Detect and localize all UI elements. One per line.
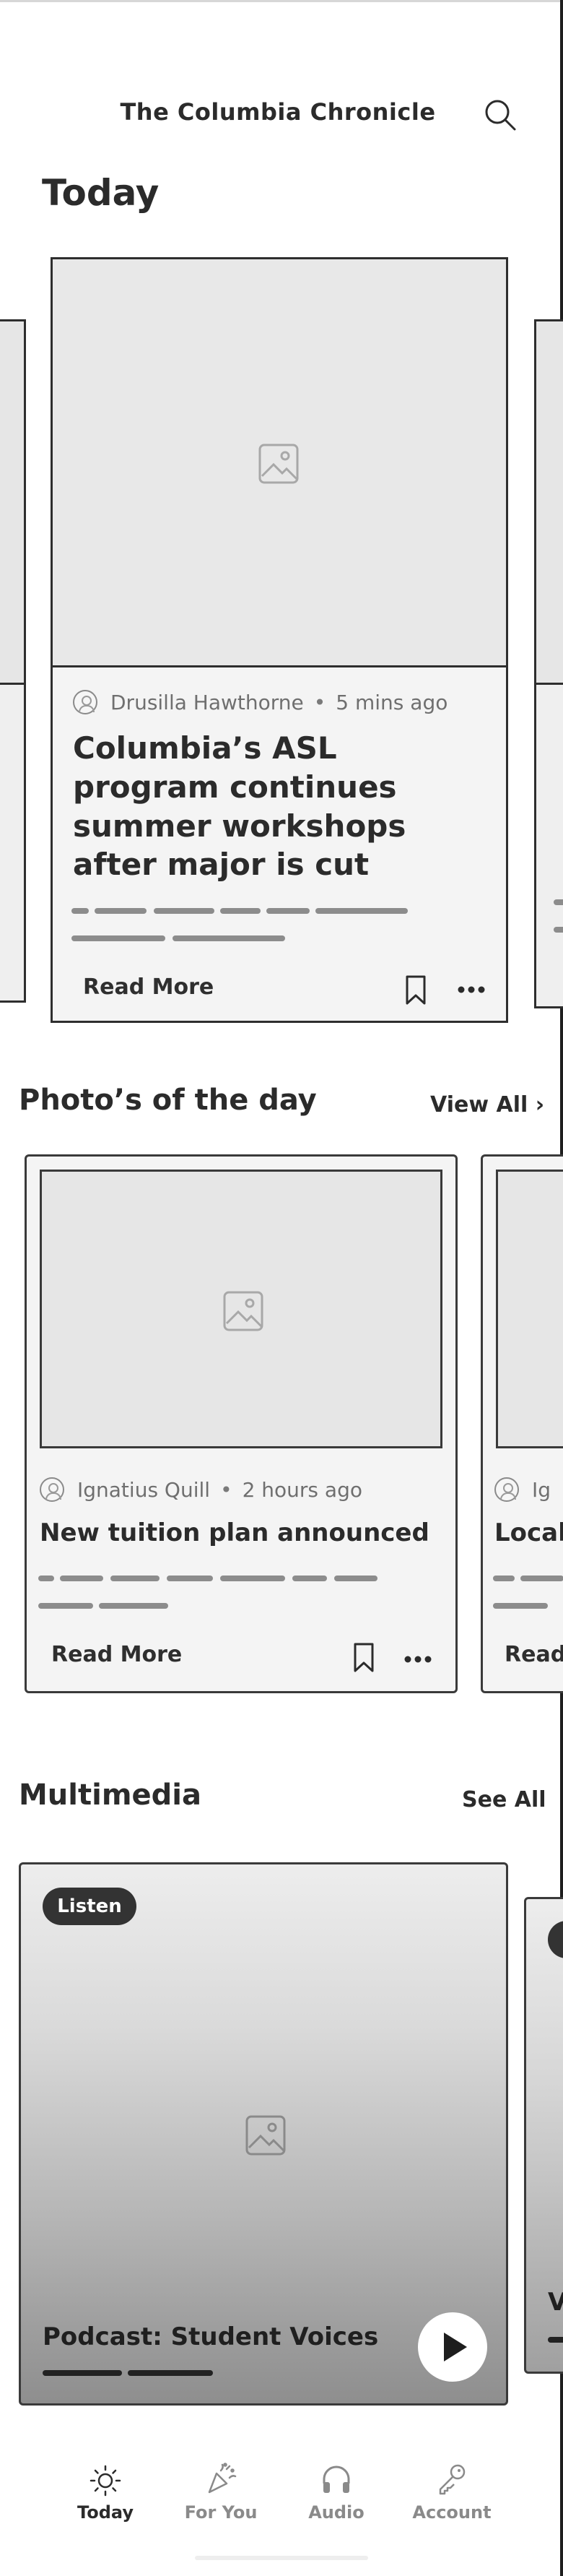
author-avatar xyxy=(40,1477,64,1502)
text-skeleton-line xyxy=(167,1576,213,1581)
nav-item-today[interactable]: Today xyxy=(55,2462,156,2523)
text-skeleton-line xyxy=(292,1576,327,1581)
text-skeleton-line xyxy=(220,908,261,914)
photo-byline: Ig xyxy=(494,1477,551,1502)
more-options-icon[interactable] xyxy=(403,1655,432,1664)
text-skeleton-line xyxy=(266,908,310,914)
author-name: Ig xyxy=(532,1477,551,1502)
multimedia-title: V xyxy=(548,2288,563,2317)
progress-segment xyxy=(43,2370,122,2376)
author-name: Ignatius Quill xyxy=(77,1477,211,1502)
home-indicator xyxy=(195,2556,368,2560)
timestamp: 2 hours ago xyxy=(242,1477,362,1502)
author-avatar xyxy=(73,690,97,714)
see-all-link[interactable]: See All xyxy=(462,1787,546,1812)
bookmark-icon[interactable] xyxy=(353,1642,375,1674)
text-skeleton-line xyxy=(154,908,214,914)
multimedia-card-next[interactable]: V xyxy=(524,1897,563,2374)
multimedia-title[interactable]: Podcast: Student Voices xyxy=(43,2322,378,2351)
image-placeholder-icon xyxy=(245,2115,286,2156)
photo-card-next[interactable]: Ig Local Read xyxy=(481,1154,563,1693)
photo-headline[interactable]: New tuition plan announced xyxy=(40,1518,429,1550)
view-all-link[interactable]: View All › xyxy=(430,1092,544,1118)
read-more-button[interactable]: Read xyxy=(505,1642,563,1667)
text-skeleton-line xyxy=(220,1576,285,1581)
party-popper-icon xyxy=(208,2463,237,2494)
text-skeleton-line xyxy=(95,908,147,914)
article-byline: Drusilla Hawthorne • 5 mins ago xyxy=(73,690,448,714)
photo-byline: Ignatius Quill • 2 hours ago xyxy=(40,1477,362,1502)
nav-label: Audio xyxy=(308,2502,365,2523)
bookmark-icon[interactable] xyxy=(405,974,427,1006)
app-title: The Columbia Chronicle xyxy=(120,98,436,126)
nav-item-account[interactable]: Account xyxy=(401,2462,502,2523)
nav-label: Account xyxy=(412,2502,492,2523)
text-skeleton-line xyxy=(38,1576,54,1581)
more-options-icon[interactable] xyxy=(457,985,486,994)
text-skeleton-line xyxy=(71,908,89,914)
carousel-card-previous[interactable] xyxy=(0,319,26,1003)
search-icon[interactable] xyxy=(482,97,518,133)
text-skeleton-line xyxy=(315,908,408,914)
text-skeleton-line xyxy=(334,1576,377,1581)
author-avatar xyxy=(494,1477,519,1502)
sun-icon xyxy=(90,2465,121,2497)
nav-label: Today xyxy=(77,2502,134,2523)
text-skeleton-line xyxy=(99,1603,168,1609)
image-placeholder-icon xyxy=(258,444,299,484)
section-title-multimedia: Multimedia xyxy=(19,1778,201,1812)
article-headline[interactable]: Columbia’s ASL program continues summer … xyxy=(73,729,492,884)
listen-badge: Listen xyxy=(43,1888,136,1925)
text-skeleton-line xyxy=(493,1603,548,1609)
image-placeholder-icon xyxy=(223,1291,263,1331)
key-icon xyxy=(439,2464,466,2495)
play-icon[interactable] xyxy=(418,2312,487,2382)
text-skeleton-line xyxy=(38,1603,93,1609)
top-edge xyxy=(0,0,563,2)
carousel-card-next[interactable] xyxy=(534,319,563,1008)
featured-article-card[interactable]: Drusilla Hawthorne • 5 mins ago Columbia… xyxy=(51,257,508,1023)
nav-item-for-you[interactable]: For You xyxy=(170,2462,271,2523)
photo-headline[interactable]: Local xyxy=(494,1518,563,1550)
author-name: Drusilla Hawthorne xyxy=(110,690,304,714)
read-more-button[interactable]: Read More xyxy=(51,1642,182,1667)
read-more-button[interactable]: Read More xyxy=(83,974,214,1000)
text-skeleton-line xyxy=(520,1576,563,1581)
text-skeleton-line xyxy=(173,935,285,941)
section-title-photos: Photo’s of the day xyxy=(19,1084,317,1117)
photo-image xyxy=(496,1170,563,1448)
text-skeleton-line xyxy=(493,1576,515,1581)
text-skeleton-line xyxy=(110,1576,160,1581)
text-skeleton-line xyxy=(71,935,165,941)
progress-segment xyxy=(548,2337,563,2343)
nav-item-audio[interactable]: Audio xyxy=(286,2462,387,2523)
section-title-today: Today xyxy=(42,172,160,214)
multimedia-card[interactable]: Listen Podcast: Student Voices xyxy=(19,1862,508,2406)
listen-badge xyxy=(548,1921,563,1958)
timestamp: 5 mins ago xyxy=(336,690,448,714)
photo-image xyxy=(40,1170,442,1448)
text-skeleton-line xyxy=(60,1576,103,1581)
headphones-icon xyxy=(323,2465,350,2493)
photo-card[interactable]: Ignatius Quill • 2 hours ago New tuition… xyxy=(25,1154,458,1693)
progress-segment xyxy=(128,2370,213,2376)
article-image xyxy=(53,259,506,667)
nav-label: For You xyxy=(184,2502,258,2523)
